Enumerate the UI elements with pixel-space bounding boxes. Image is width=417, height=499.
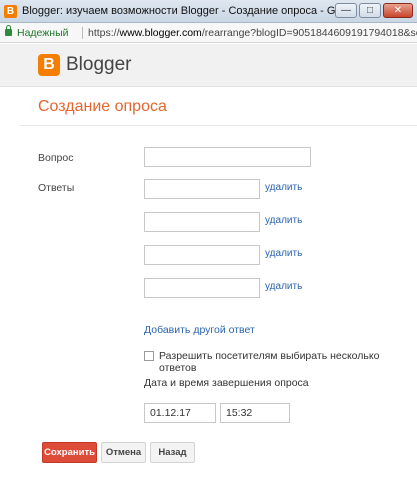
back-button[interactable]: Назад [150,442,195,463]
address-bar[interactable]: Надежный https://www.blogger.com/rearran… [0,23,417,43]
window-titlebar: B Blogger: изучаем возможности Blogger -… [0,0,417,23]
window-title: Blogger: изучаем возможности Blogger - С… [22,5,342,17]
delete-answer-2-link[interactable]: удалить [265,215,302,226]
multiple-answers-label[interactable]: Разрешить посетителям выбирать несколько… [159,350,417,374]
answers-label: Ответы [38,182,75,194]
close-button[interactable]: ✕ [383,3,413,18]
answer-input-2[interactable] [144,212,260,232]
deadline-label: Дата и время завершения опроса [144,377,309,389]
url-text[interactable]: https://www.blogger.com/rearrange?blogID… [88,23,417,42]
brand-name[interactable]: Blogger [66,54,132,76]
delete-answer-3-link[interactable]: удалить [265,248,302,259]
deadline-date-input[interactable] [144,403,216,423]
save-button[interactable]: Сохранить [42,442,97,463]
cancel-button[interactable]: Отмена [101,442,146,463]
delete-answer-4-link[interactable]: удалить [265,281,302,292]
window-controls: — □ ✕ [335,3,413,18]
answer-input-4[interactable] [144,278,260,298]
blogger-icon: B [4,5,17,18]
lock-icon [5,25,12,36]
question-label: Вопрос [38,152,74,164]
page-title: Создание опроса [38,98,167,115]
add-answer-link[interactable]: Добавить другой ответ [144,324,255,336]
url-scheme: https:// [88,27,120,39]
address-separator [82,27,83,39]
answer-input-3[interactable] [144,245,260,265]
title-divider [20,125,417,126]
url-path: /rearrange?blogID=905184460919179401​8&s… [201,27,417,39]
question-input[interactable] [144,147,311,167]
answer-input-1[interactable] [144,179,260,199]
url-host: www.blogger.com [119,27,202,39]
minimize-button[interactable]: — [335,3,357,18]
multiple-answers-checkbox[interactable] [144,351,154,361]
deadline-time-input[interactable] [220,403,290,423]
maximize-button[interactable]: □ [359,3,381,18]
delete-answer-1-link[interactable]: удалить [265,182,302,193]
blogger-logo-icon[interactable] [38,54,60,76]
app-header: Blogger [0,44,417,87]
secure-label[interactable]: Надежный [17,23,69,42]
